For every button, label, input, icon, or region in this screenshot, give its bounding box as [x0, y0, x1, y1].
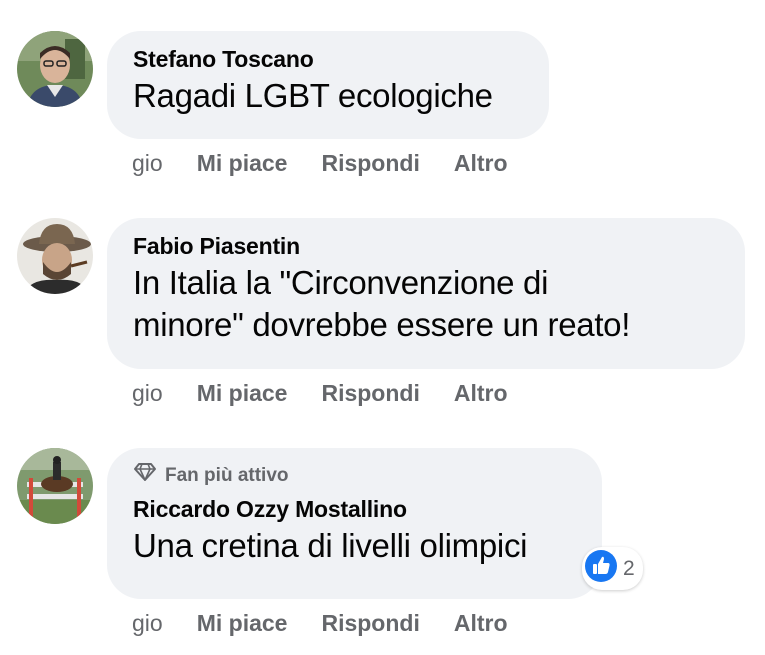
- badge-label: Fan più attivo: [165, 464, 289, 486]
- more-button[interactable]: Altro: [454, 609, 508, 637]
- reply-button[interactable]: Rispondi: [321, 379, 419, 407]
- reaction-count: 2: [623, 556, 635, 580]
- comment-text-line: In Italia la "Circonvenzione di: [133, 264, 549, 301]
- comment-actions: gio Mi piace Rispondi Altro: [132, 379, 508, 407]
- more-button[interactable]: Altro: [454, 149, 508, 177]
- like-icon: [585, 550, 617, 587]
- avatar[interactable]: [17, 448, 93, 524]
- comment-actions: gio Mi piace Rispondi Altro: [132, 149, 508, 177]
- comment-time[interactable]: gio: [132, 379, 163, 407]
- comment-time[interactable]: gio: [132, 609, 163, 637]
- like-button[interactable]: Mi piace: [197, 379, 288, 407]
- diamond-icon: [133, 462, 157, 489]
- more-button[interactable]: Altro: [454, 379, 508, 407]
- comment-time[interactable]: gio: [132, 149, 163, 177]
- comment-text: Una cretina di livelli olimpici: [133, 527, 528, 564]
- comment-text: In Italia la "Circonvenzione di minore" …: [133, 262, 719, 346]
- comment-text: Ragadi LGBT ecologiche: [133, 77, 493, 114]
- comment-bubble: Fabio Piasentin In Italia la "Circonvenz…: [107, 218, 745, 369]
- comment-author[interactable]: Fabio Piasentin: [133, 232, 719, 260]
- reply-button[interactable]: Rispondi: [321, 609, 419, 637]
- comment-bubble: Stefano Toscano Ragadi LGBT ecologiche: [107, 31, 549, 139]
- comment-author[interactable]: Stefano Toscano: [133, 45, 523, 73]
- top-fan-badge: Fan più attivo: [133, 462, 576, 489]
- comment-text-line: minore" dovrebbe essere un reato!: [133, 306, 631, 343]
- comment-bubble: Fan più attivo Riccardo Ozzy Mostallino …: [107, 448, 602, 599]
- reply-button[interactable]: Rispondi: [321, 149, 419, 177]
- avatar[interactable]: [17, 31, 93, 107]
- comment-author[interactable]: Riccardo Ozzy Mostallino: [133, 495, 576, 523]
- like-button[interactable]: Mi piace: [197, 149, 288, 177]
- comment-actions: gio Mi piace Rispondi Altro: [132, 609, 508, 637]
- avatar[interactable]: [17, 218, 93, 294]
- like-button[interactable]: Mi piace: [197, 609, 288, 637]
- reaction-summary[interactable]: 2: [582, 547, 643, 590]
